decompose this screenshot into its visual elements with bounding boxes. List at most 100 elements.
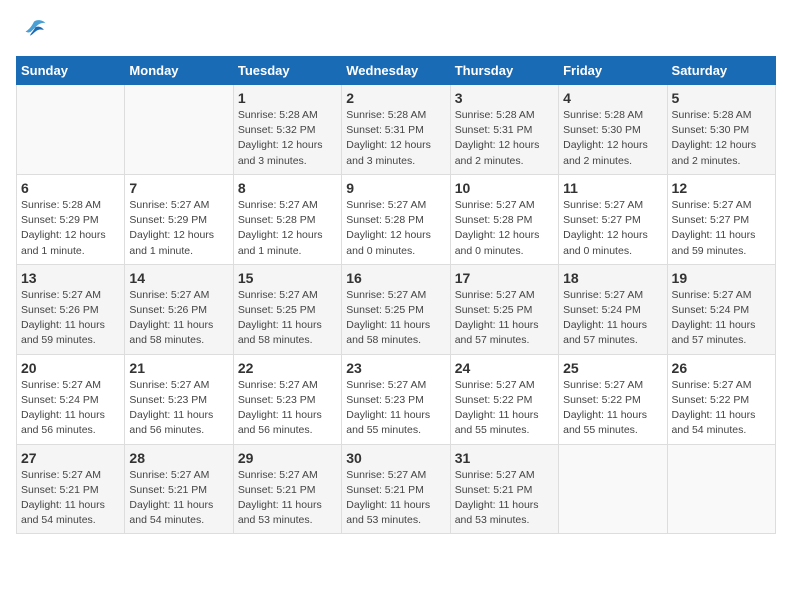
day-number: 16	[346, 270, 445, 286]
calendar-cell	[17, 85, 125, 175]
day-info: Sunrise: 5:27 AMSunset: 5:21 PMDaylight:…	[129, 468, 228, 529]
day-info: Sunrise: 5:28 AMSunset: 5:32 PMDaylight:…	[238, 108, 337, 169]
day-info: Sunrise: 5:27 AMSunset: 5:25 PMDaylight:…	[346, 288, 445, 349]
day-number: 28	[129, 450, 228, 466]
day-info: Sunrise: 5:27 AMSunset: 5:28 PMDaylight:…	[455, 198, 554, 259]
day-info: Sunrise: 5:28 AMSunset: 5:30 PMDaylight:…	[563, 108, 662, 169]
day-number: 27	[21, 450, 120, 466]
page-header	[16, 16, 776, 44]
calendar-cell: 17 Sunrise: 5:27 AMSunset: 5:25 PMDayligh…	[450, 264, 558, 354]
calendar-cell: 27 Sunrise: 5:27 AMSunset: 5:21 PMDayligh…	[17, 444, 125, 534]
day-number: 22	[238, 360, 337, 376]
day-number: 7	[129, 180, 228, 196]
day-number: 25	[563, 360, 662, 376]
calendar-cell: 25 Sunrise: 5:27 AMSunset: 5:22 PMDayligh…	[559, 354, 667, 444]
calendar-cell: 20 Sunrise: 5:27 AMSunset: 5:24 PMDayligh…	[17, 354, 125, 444]
day-number: 15	[238, 270, 337, 286]
day-info: Sunrise: 5:27 AMSunset: 5:22 PMDaylight:…	[672, 378, 771, 439]
header-saturday: Saturday	[667, 57, 775, 85]
day-info: Sunrise: 5:27 AMSunset: 5:28 PMDaylight:…	[238, 198, 337, 259]
day-number: 11	[563, 180, 662, 196]
day-number: 23	[346, 360, 445, 376]
day-number: 30	[346, 450, 445, 466]
calendar-cell: 3 Sunrise: 5:28 AMSunset: 5:31 PMDaylight…	[450, 85, 558, 175]
day-number: 31	[455, 450, 554, 466]
day-number: 2	[346, 90, 445, 106]
week-row-4: 20 Sunrise: 5:27 AMSunset: 5:24 PMDayligh…	[17, 354, 776, 444]
day-info: Sunrise: 5:28 AMSunset: 5:31 PMDaylight:…	[455, 108, 554, 169]
calendar-header-row: SundayMondayTuesdayWednesdayThursdayFrid…	[17, 57, 776, 85]
day-number: 1	[238, 90, 337, 106]
calendar-cell: 29 Sunrise: 5:27 AMSunset: 5:21 PMDayligh…	[233, 444, 341, 534]
week-row-2: 6 Sunrise: 5:28 AMSunset: 5:29 PMDaylight…	[17, 174, 776, 264]
day-info: Sunrise: 5:27 AMSunset: 5:21 PMDaylight:…	[346, 468, 445, 529]
day-number: 4	[563, 90, 662, 106]
day-info: Sunrise: 5:27 AMSunset: 5:28 PMDaylight:…	[346, 198, 445, 259]
header-monday: Monday	[125, 57, 233, 85]
logo	[16, 16, 48, 44]
day-info: Sunrise: 5:27 AMSunset: 5:25 PMDaylight:…	[238, 288, 337, 349]
calendar-cell: 16 Sunrise: 5:27 AMSunset: 5:25 PMDayligh…	[342, 264, 450, 354]
day-info: Sunrise: 5:27 AMSunset: 5:27 PMDaylight:…	[672, 198, 771, 259]
week-row-1: 1 Sunrise: 5:28 AMSunset: 5:32 PMDaylight…	[17, 85, 776, 175]
day-info: Sunrise: 5:27 AMSunset: 5:21 PMDaylight:…	[238, 468, 337, 529]
day-info: Sunrise: 5:27 AMSunset: 5:23 PMDaylight:…	[346, 378, 445, 439]
day-info: Sunrise: 5:28 AMSunset: 5:29 PMDaylight:…	[21, 198, 120, 259]
calendar-cell: 11 Sunrise: 5:27 AMSunset: 5:27 PMDayligh…	[559, 174, 667, 264]
calendar-cell: 21Sunrise: 5:27 AMSunset: 5:23 PMDayligh…	[125, 354, 233, 444]
calendar-cell: 12 Sunrise: 5:27 AMSunset: 5:27 PMDayligh…	[667, 174, 775, 264]
calendar-cell	[559, 444, 667, 534]
day-number: 26	[672, 360, 771, 376]
calendar-cell: 2 Sunrise: 5:28 AMSunset: 5:31 PMDaylight…	[342, 85, 450, 175]
day-info: Sunrise: 5:27 AMSunset: 5:24 PMDaylight:…	[21, 378, 120, 439]
day-number: 13	[21, 270, 120, 286]
day-info: Sunrise: 5:27 AMSunset: 5:22 PMDaylight:…	[563, 378, 662, 439]
day-info: Sunrise: 5:27 AMSunset: 5:21 PMDaylight:…	[21, 468, 120, 529]
calendar-cell: 7 Sunrise: 5:27 AMSunset: 5:29 PMDaylight…	[125, 174, 233, 264]
day-number: 8	[238, 180, 337, 196]
calendar-cell: 24Sunrise: 5:27 AMSunset: 5:22 PMDayligh…	[450, 354, 558, 444]
calendar-cell: 26 Sunrise: 5:27 AMSunset: 5:22 PMDayligh…	[667, 354, 775, 444]
day-number: 14	[129, 270, 228, 286]
day-info: Sunrise: 5:27 AMSunset: 5:21 PMDaylight:…	[455, 468, 554, 529]
calendar-cell: 5 Sunrise: 5:28 AMSunset: 5:30 PMDaylight…	[667, 85, 775, 175]
day-number: 12	[672, 180, 771, 196]
calendar-cell: 4 Sunrise: 5:28 AMSunset: 5:30 PMDaylight…	[559, 85, 667, 175]
day-number: 5	[672, 90, 771, 106]
day-number: 6	[21, 180, 120, 196]
header-thursday: Thursday	[450, 57, 558, 85]
day-number: 3	[455, 90, 554, 106]
calendar-cell: 1 Sunrise: 5:28 AMSunset: 5:32 PMDaylight…	[233, 85, 341, 175]
day-info: Sunrise: 5:27 AMSunset: 5:26 PMDaylight:…	[129, 288, 228, 349]
day-info: Sunrise: 5:27 AMSunset: 5:24 PMDaylight:…	[672, 288, 771, 349]
day-number: 19	[672, 270, 771, 286]
day-info: Sunrise: 5:27 AMSunset: 5:24 PMDaylight:…	[563, 288, 662, 349]
header-tuesday: Tuesday	[233, 57, 341, 85]
calendar-cell: 14 Sunrise: 5:27 AMSunset: 5:26 PMDayligh…	[125, 264, 233, 354]
calendar-cell: 10Sunrise: 5:27 AMSunset: 5:28 PMDayligh…	[450, 174, 558, 264]
day-number: 17	[455, 270, 554, 286]
calendar-cell: 18Sunrise: 5:27 AMSunset: 5:24 PMDayligh…	[559, 264, 667, 354]
day-info: Sunrise: 5:27 AMSunset: 5:23 PMDaylight:…	[238, 378, 337, 439]
calendar-cell: 23 Sunrise: 5:27 AMSunset: 5:23 PMDayligh…	[342, 354, 450, 444]
day-info: Sunrise: 5:27 AMSunset: 5:27 PMDaylight:…	[563, 198, 662, 259]
day-info: Sunrise: 5:28 AMSunset: 5:30 PMDaylight:…	[672, 108, 771, 169]
day-number: 20	[21, 360, 120, 376]
day-info: Sunrise: 5:28 AMSunset: 5:31 PMDaylight:…	[346, 108, 445, 169]
day-info: Sunrise: 5:27 AMSunset: 5:25 PMDaylight:…	[455, 288, 554, 349]
day-number: 29	[238, 450, 337, 466]
header-friday: Friday	[559, 57, 667, 85]
week-row-5: 27 Sunrise: 5:27 AMSunset: 5:21 PMDayligh…	[17, 444, 776, 534]
calendar-cell: 28 Sunrise: 5:27 AMSunset: 5:21 PMDayligh…	[125, 444, 233, 534]
calendar-cell: 9Sunrise: 5:27 AMSunset: 5:28 PMDaylight…	[342, 174, 450, 264]
calendar-cell: 15 Sunrise: 5:27 AMSunset: 5:25 PMDayligh…	[233, 264, 341, 354]
calendar-cell: 6 Sunrise: 5:28 AMSunset: 5:29 PMDaylight…	[17, 174, 125, 264]
calendar-cell	[125, 85, 233, 175]
calendar-cell: 30 Sunrise: 5:27 AMSunset: 5:21 PMDayligh…	[342, 444, 450, 534]
calendar-table: SundayMondayTuesdayWednesdayThursdayFrid…	[16, 56, 776, 534]
day-info: Sunrise: 5:27 AMSunset: 5:29 PMDaylight:…	[129, 198, 228, 259]
calendar-cell	[667, 444, 775, 534]
day-info: Sunrise: 5:27 AMSunset: 5:23 PMDaylight:…	[129, 378, 228, 439]
logo-bird-icon	[20, 16, 48, 44]
header-wednesday: Wednesday	[342, 57, 450, 85]
